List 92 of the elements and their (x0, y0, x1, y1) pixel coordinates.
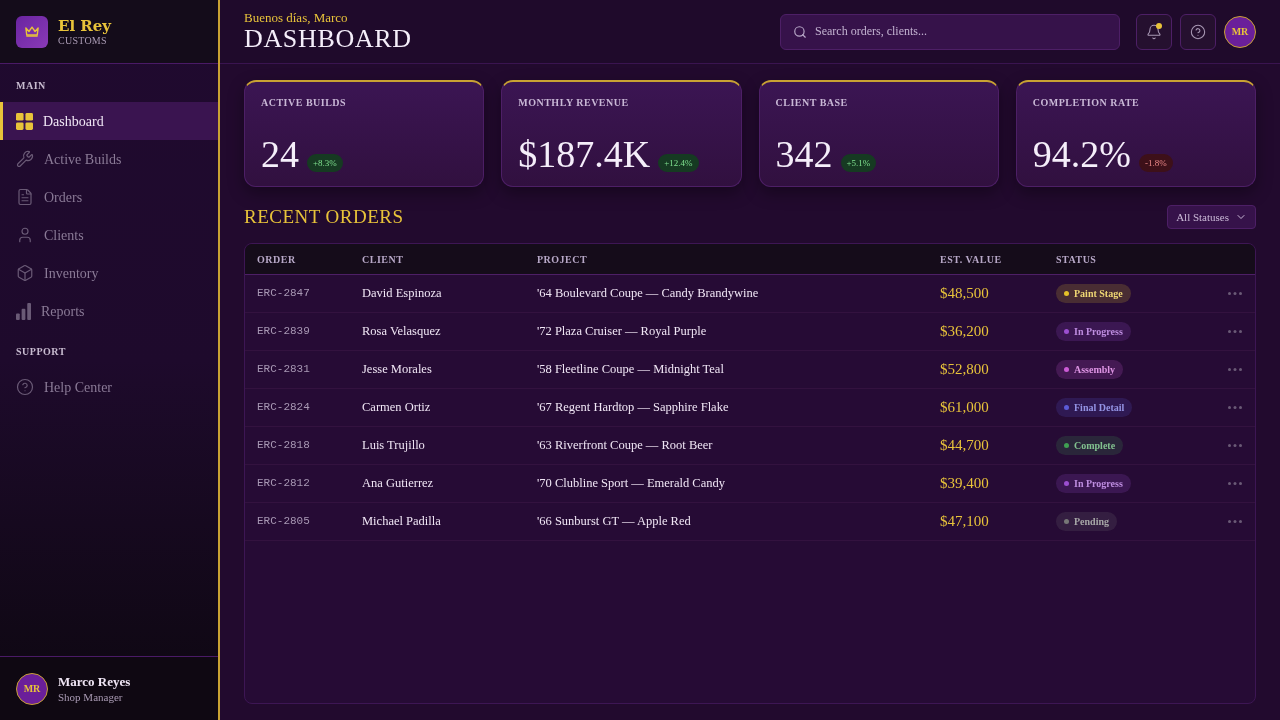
status-label: Assembly (1074, 363, 1116, 377)
help-icon (16, 378, 34, 396)
status-label: Complete (1074, 439, 1116, 453)
more-icon (1228, 406, 1242, 409)
client-name: Luis Trujillo (362, 437, 425, 455)
stat-label: ACTIVE BUILDS (261, 96, 348, 110)
crown-logo-icon (16, 15, 48, 48)
page-title: DASHBOARD (244, 25, 412, 53)
order-id: ERC-2805 (257, 514, 310, 530)
more-icon (1228, 368, 1242, 371)
section-heading: MAIN (16, 78, 46, 93)
stat-value: 94.2% (1032, 134, 1131, 174)
nav-item[interactable]: Inventory (0, 254, 218, 292)
project-name: '72 Plaza Cruiser — Royal Purple (537, 323, 707, 341)
stat-label: CLIENT BASE (775, 96, 849, 110)
order-id: ERC-2824 (257, 400, 310, 416)
column-header: CLIENT (362, 252, 404, 267)
status-label: Pending (1074, 515, 1109, 529)
stat-value: 24 (261, 134, 299, 174)
nav-item[interactable]: Dashboard (0, 102, 218, 140)
client-name: Carmen Ortiz (362, 399, 431, 417)
project-name: '66 Sunburst GT — Apple Red (537, 513, 691, 531)
more-icon (1228, 444, 1242, 447)
project-name: '63 Riverfront Coupe — Root Beer (537, 437, 713, 455)
help-button[interactable] (1180, 13, 1216, 50)
bell-icon (1146, 23, 1162, 40)
wrench-icon (16, 150, 34, 168)
nav-item[interactable]: Reports (0, 292, 218, 330)
more-icon (1228, 520, 1242, 523)
project-name: '64 Boulevard Coupe — Candy Brandywine (537, 285, 759, 303)
more-icon (1228, 292, 1242, 295)
percent-change: +8.3% (307, 154, 343, 172)
order-value: $47,100 (940, 512, 989, 532)
stat-label: COMPLETION RATE (1032, 96, 1141, 110)
user-avatar: MR (16, 672, 48, 705)
percent-change: +12.4% (658, 154, 699, 172)
section-heading: SUPPORT (16, 344, 66, 359)
order-id: ERC-2847 (257, 286, 310, 302)
more-icon (1228, 482, 1242, 485)
order-value: $36,200 (940, 322, 989, 342)
percent-change: -1.8% (1138, 154, 1173, 172)
project-name: '70 Clubline Sport — Emerald Candy (537, 475, 725, 493)
help-icon (1190, 23, 1206, 40)
more-icon (1228, 330, 1242, 333)
nav-item[interactable]: Active Builds (0, 140, 218, 178)
order-value: $61,000 (940, 398, 989, 418)
document-icon (16, 188, 34, 206)
bar-chart-icon (16, 302, 31, 320)
status-label: In Progress (1074, 477, 1123, 491)
nav-item[interactable]: Clients (0, 216, 218, 254)
user-avatar[interactable]: MR (1224, 15, 1256, 48)
order-value: $39,400 (940, 474, 989, 494)
grid-icon (16, 112, 33, 130)
notifications-button[interactable] (1136, 13, 1172, 50)
order-id: ERC-2818 (257, 438, 310, 454)
greeting: Buenos días, Marco (244, 10, 349, 25)
column-header: STATUS (1056, 252, 1097, 267)
stat-value: 342 (775, 134, 833, 174)
section-title: RECENT ORDERS (244, 204, 404, 229)
nav-item[interactable]: Help Center (0, 368, 218, 406)
status-filter[interactable]: All Statuses (1167, 205, 1256, 229)
client-name: Jesse Morales (362, 361, 432, 379)
brand-tagline: CUSTOMS (58, 34, 108, 47)
project-name: '58 Fleetline Coupe — Midnight Teal (537, 361, 724, 379)
order-value: $44,700 (940, 436, 989, 456)
status-label: In Progress (1074, 325, 1123, 339)
status-label: Paint Stage (1074, 287, 1123, 301)
order-value: $48,500 (940, 284, 989, 304)
stat-label: MONTHLY REVENUE (518, 96, 630, 110)
stat-value: $187.4K (518, 134, 651, 174)
client-name: David Espinoza (362, 285, 442, 303)
column-header: EST. VALUE (940, 252, 1002, 267)
client-name: Ana Gutierrez (362, 475, 434, 493)
order-id: ERC-2812 (257, 476, 310, 492)
project-name: '67 Regent Hardtop — Sapphire Flake (537, 399, 729, 417)
client-name: Michael Padilla (362, 513, 441, 531)
brand-name: El Rey (58, 16, 112, 35)
status-label: Final Detail (1074, 401, 1125, 415)
client-name: Rosa Velasquez (362, 323, 441, 341)
order-id: ERC-2831 (257, 362, 310, 378)
order-value: $52,800 (940, 360, 989, 380)
user-role: Shop Manager (58, 689, 124, 704)
column-header: PROJECT (537, 252, 588, 267)
order-id: ERC-2839 (257, 324, 310, 340)
box-icon (16, 264, 34, 282)
user-name: Marco Reyes (58, 673, 131, 690)
user-icon (16, 226, 34, 244)
search-icon (793, 24, 807, 39)
column-header: ORDER (257, 252, 296, 267)
search-field[interactable]: Search orders, clients... (780, 13, 1120, 50)
percent-change: +5.1% (840, 154, 877, 172)
nav-item[interactable]: Orders (0, 178, 218, 216)
